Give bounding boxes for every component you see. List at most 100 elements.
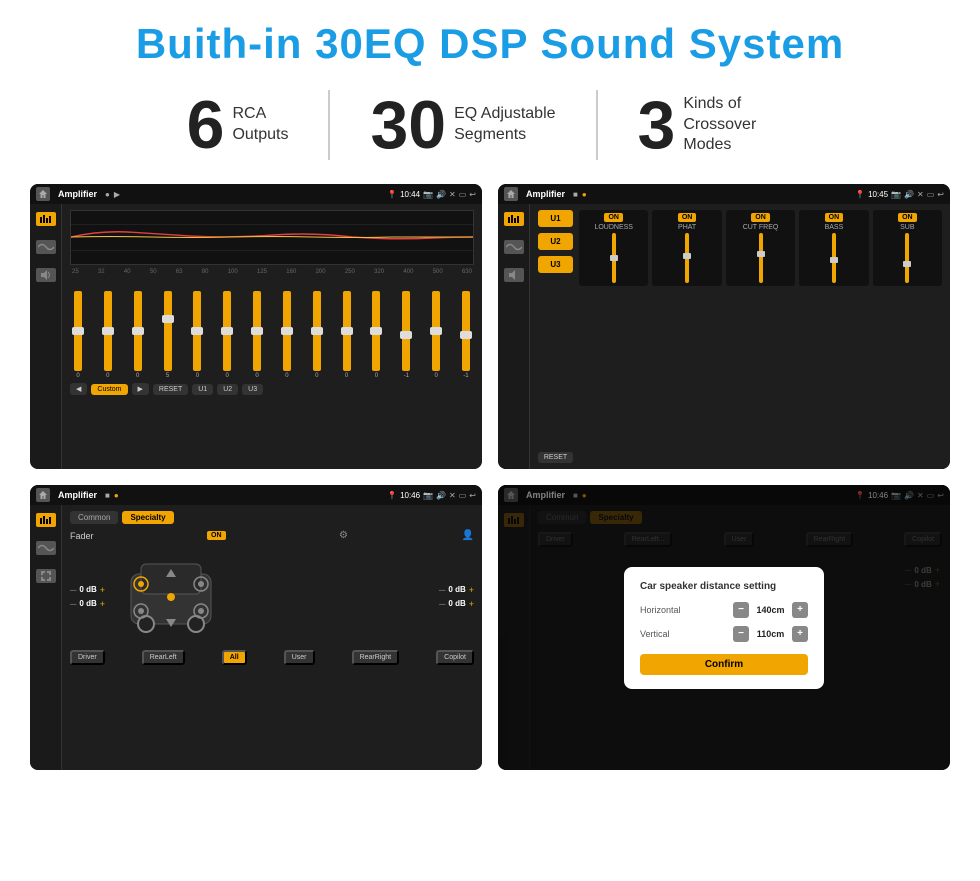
page-title: Buith-in 30EQ DSP Sound System [30, 20, 950, 68]
rearleft-btn[interactable]: RearLeft [142, 650, 185, 665]
crossover-vol-icon: 🔊 [904, 190, 914, 199]
plus-icon-bl[interactable]: + [100, 599, 105, 609]
eq-sidebar-speaker-icon[interactable] [36, 268, 56, 282]
eq-u3-btn[interactable]: U3 [242, 384, 263, 395]
phat-on-btn[interactable]: ON [678, 213, 697, 222]
crossover-sidebar-speaker-icon[interactable] [504, 268, 524, 282]
fader-status-icons: 📍 10:46 📷 🔊 ✕ ▭ ↩ [387, 491, 476, 500]
crossover-channels: ON LOUDNESS ON PHAT [579, 210, 942, 463]
stat-label-rca: RCAOutputs [232, 104, 288, 146]
fader-location-icon: 📍 [387, 491, 397, 500]
crossover-sidebar-wave-icon[interactable] [504, 240, 524, 254]
fader-header: Fader ON ⚙ 👤 [70, 530, 474, 541]
eq-slider-2: 0 [104, 291, 112, 379]
fader-home-icon[interactable] [36, 488, 50, 502]
bass-on-btn[interactable]: ON [825, 213, 844, 222]
eq-u2-btn[interactable]: U2 [217, 384, 238, 395]
stat-number-rca: 6 [187, 91, 225, 159]
fader-screen-content: Common Specialty Fader ON ⚙ 👤 [30, 505, 482, 770]
minus-icon-tl[interactable]: ─ [70, 585, 76, 595]
plus-icon-br[interactable]: + [469, 599, 474, 609]
fader-right-zones: ─ 0 dB + ─ 0 dB + [439, 585, 474, 609]
fader-dot2: ● [114, 491, 119, 500]
stat-label-eq: EQ AdjustableSegments [454, 104, 555, 146]
loudness-label: LOUDNESS [594, 224, 633, 231]
fader-x-icon: ✕ [449, 491, 456, 500]
crossover-back-icon: ↩ [937, 190, 944, 199]
crossover-window-icon: ▭ [927, 190, 935, 199]
eq-status-icons: 📍 10:44 📷 🔊 ✕ ▭ ↩ [387, 190, 476, 199]
rearright-btn[interactable]: RearRight [352, 650, 400, 665]
eq-u1-btn[interactable]: U1 [192, 384, 213, 395]
crossover-phat: ON PHAT [652, 210, 721, 286]
cutfreq-on-btn[interactable]: ON [751, 213, 770, 222]
eq-slider-11: 0 [372, 291, 380, 379]
distance-screen: Amplifier ■ ● 📍 10:46 📷 🔊 ✕ ▭ ↩ [498, 485, 950, 770]
eq-next-btn[interactable]: ▶ [132, 383, 149, 395]
crossover-home-icon[interactable] [504, 187, 518, 201]
distance-dialog-overlay: Car speaker distance setting Horizontal … [498, 485, 950, 770]
distance-dialog: Car speaker distance setting Horizontal … [624, 567, 824, 689]
eq-graph [70, 210, 474, 265]
fader-sidebar-wave-icon[interactable] [36, 541, 56, 555]
minus-icon-br[interactable]: ─ [439, 599, 445, 609]
fader-sidebar-expand-icon[interactable] [36, 569, 56, 583]
eq-sidebar-eq-icon[interactable] [36, 212, 56, 226]
horizontal-minus-btn[interactable]: − [733, 602, 749, 618]
sub-on-btn[interactable]: ON [898, 213, 917, 222]
screens-grid: Amplifier ● ▶ 📍 10:44 📷 🔊 ✕ ▭ ↩ [30, 184, 950, 770]
eq-slider-4: 5 [164, 291, 172, 379]
fader-time: 10:46 [400, 491, 420, 500]
fader-tab-specialty[interactable]: Specialty [122, 511, 173, 524]
fader-back-icon: ↩ [469, 491, 476, 500]
crossover-reset-btn[interactable]: RESET [538, 452, 573, 463]
minus-icon-tr[interactable]: ─ [439, 585, 445, 595]
eq-slider-5: 0 [193, 291, 201, 379]
eq-time: 10:44 [400, 190, 420, 199]
fader-bottom-right-zone: ─ 0 dB + [439, 599, 474, 609]
stats-row: 6 RCAOutputs 30 EQ AdjustableSegments 3 … [30, 90, 950, 160]
confirm-button[interactable]: Confirm [640, 654, 808, 675]
eq-sidebar-wave-icon[interactable] [36, 240, 56, 254]
driver-btn[interactable]: Driver [70, 650, 105, 665]
plus-icon-tr[interactable]: + [469, 585, 474, 595]
stat-rca: 6 RCAOutputs [147, 91, 329, 159]
fader-window-icon: ▭ [459, 491, 467, 500]
minus-icon-bl[interactable]: ─ [70, 599, 76, 609]
fader-person-icon: 👤 [462, 530, 474, 541]
eq-reset-btn[interactable]: RESET [153, 384, 188, 395]
eq-main-panel: 2532405063 80100125160200 25032040050063… [62, 204, 482, 469]
crossover-u1-btn[interactable]: U1 [538, 210, 573, 227]
home-icon[interactable] [36, 187, 50, 201]
crossover-u2-btn[interactable]: U2 [538, 233, 573, 250]
bass-label: BASS [825, 224, 844, 231]
horizontal-plus-btn[interactable]: + [792, 602, 808, 618]
fader-slider-icon: ⚙ [339, 530, 348, 541]
vertical-plus-btn[interactable]: + [792, 626, 808, 642]
eq-slider-6: 0 [223, 291, 231, 379]
eq-prev-btn[interactable]: ◀ [70, 383, 87, 395]
crossover-time: 10:45 [868, 190, 888, 199]
fader-zone-buttons: Driver RearLeft All User RearRight Copil… [70, 650, 474, 665]
fader-sidebar [30, 505, 62, 770]
dialog-horizontal-row: Horizontal − 140cm + [640, 602, 808, 618]
vertical-minus-btn[interactable]: − [733, 626, 749, 642]
crossover-channel-row: ON LOUDNESS ON PHAT [579, 210, 942, 286]
all-btn[interactable]: All [222, 650, 247, 665]
eq-custom-btn[interactable]: Custom [91, 384, 127, 395]
user-btn[interactable]: User [284, 650, 315, 665]
fader-status-bar: Amplifier ■ ● 📍 10:46 📷 🔊 ✕ ▭ ↩ [30, 485, 482, 505]
eq-slider-1: 0 [74, 291, 82, 379]
fader-tab-common[interactable]: Common [70, 511, 118, 524]
copilot-btn[interactable]: Copilot [436, 650, 474, 665]
loudness-on-btn[interactable]: ON [604, 213, 623, 222]
fader-screen: Amplifier ■ ● 📍 10:46 📷 🔊 ✕ ▭ ↩ [30, 485, 482, 770]
crossover-u3-btn[interactable]: U3 [538, 256, 573, 273]
eq-screen-content: 2532405063 80100125160200 25032040050063… [30, 204, 482, 469]
crossover-screen-content: U1 U2 U3 RESET ON LOUDNESS [498, 204, 950, 469]
fader-sidebar-eq-icon[interactable] [36, 513, 56, 527]
fader-app-name: Amplifier [58, 490, 97, 500]
fader-on-btn[interactable]: ON [207, 531, 226, 540]
plus-icon-tl[interactable]: + [100, 585, 105, 595]
crossover-sidebar-eq-icon[interactable] [504, 212, 524, 226]
